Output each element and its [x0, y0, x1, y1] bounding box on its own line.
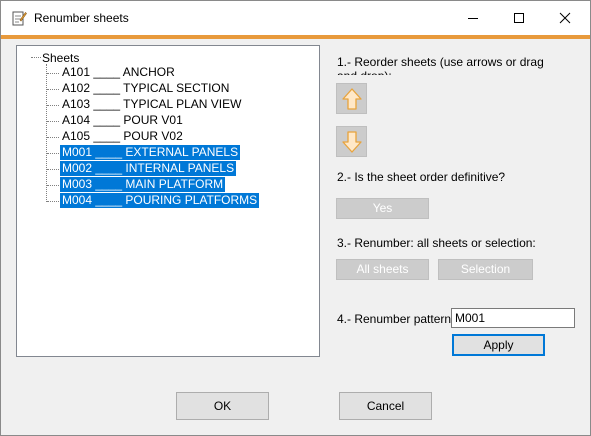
tree-item-label[interactable]: M004 ____ POURING PLATFORMS: [60, 193, 260, 208]
selection-button[interactable]: Selection: [438, 259, 533, 280]
tree-item-label[interactable]: A101 ____ ANCHOR: [60, 65, 177, 80]
move-up-button[interactable]: [336, 83, 367, 114]
minimize-icon: [468, 18, 478, 19]
step-definitive-label: 2.- Is the sheet order definitive?: [337, 170, 506, 184]
tree-item-label[interactable]: A105 ____ POUR V02: [60, 129, 185, 144]
close-icon: [559, 12, 571, 24]
sheets-tree[interactable]: Sheets A101 ____ ANCHOR A102 ____ TYPICA…: [16, 45, 320, 357]
tree-item-label[interactable]: A102 ____ TYPICAL SECTION: [60, 81, 231, 96]
title-bar: Renumber sheets: [1, 1, 590, 35]
maximize-icon: [514, 13, 524, 23]
window-title: Renumber sheets: [34, 11, 129, 25]
move-down-button[interactable]: [336, 126, 367, 157]
all-sheets-button[interactable]: All sheets: [336, 259, 429, 280]
arrow-down-icon: [342, 131, 362, 153]
ok-button[interactable]: OK: [176, 392, 269, 420]
apply-button[interactable]: Apply: [452, 334, 545, 356]
maximize-button[interactable]: [496, 1, 542, 35]
tree-root-label[interactable]: Sheets: [42, 51, 79, 65]
tree-item-label[interactable]: M001 ____ EXTERNAL PANELS: [60, 145, 241, 160]
step-reorder-label: 1.- Reorder sheets (use arrows or drag a…: [337, 55, 544, 75]
arrow-up-icon: [342, 88, 362, 110]
renumber-sheets-dialog: Renumber sheets Sheets A101 ____ ANCHOR …: [0, 0, 591, 436]
step-pattern-label: 4.- Renumber pattern:: [337, 312, 455, 326]
minimize-button[interactable]: [450, 1, 496, 35]
step-renumber-scope-label: 3.- Renumber: all sheets or selection:: [337, 236, 536, 250]
tree-item-label[interactable]: A103 ____ TYPICAL PLAN VIEW: [60, 97, 243, 112]
tree-item-label[interactable]: M002 ____ INTERNAL PANELS: [60, 161, 237, 176]
cancel-button[interactable]: Cancel: [339, 392, 432, 420]
title-accent-bar: [1, 35, 590, 39]
yes-button[interactable]: Yes: [336, 198, 429, 219]
tree-item-label[interactable]: A104 ____ POUR V01: [60, 113, 185, 128]
renumber-pattern-input[interactable]: M001: [451, 308, 575, 328]
tree-item-label[interactable]: M003 ____ MAIN PLATFORM: [60, 177, 226, 192]
notepad-pencil-icon: [11, 10, 27, 26]
close-button[interactable]: [542, 1, 588, 35]
